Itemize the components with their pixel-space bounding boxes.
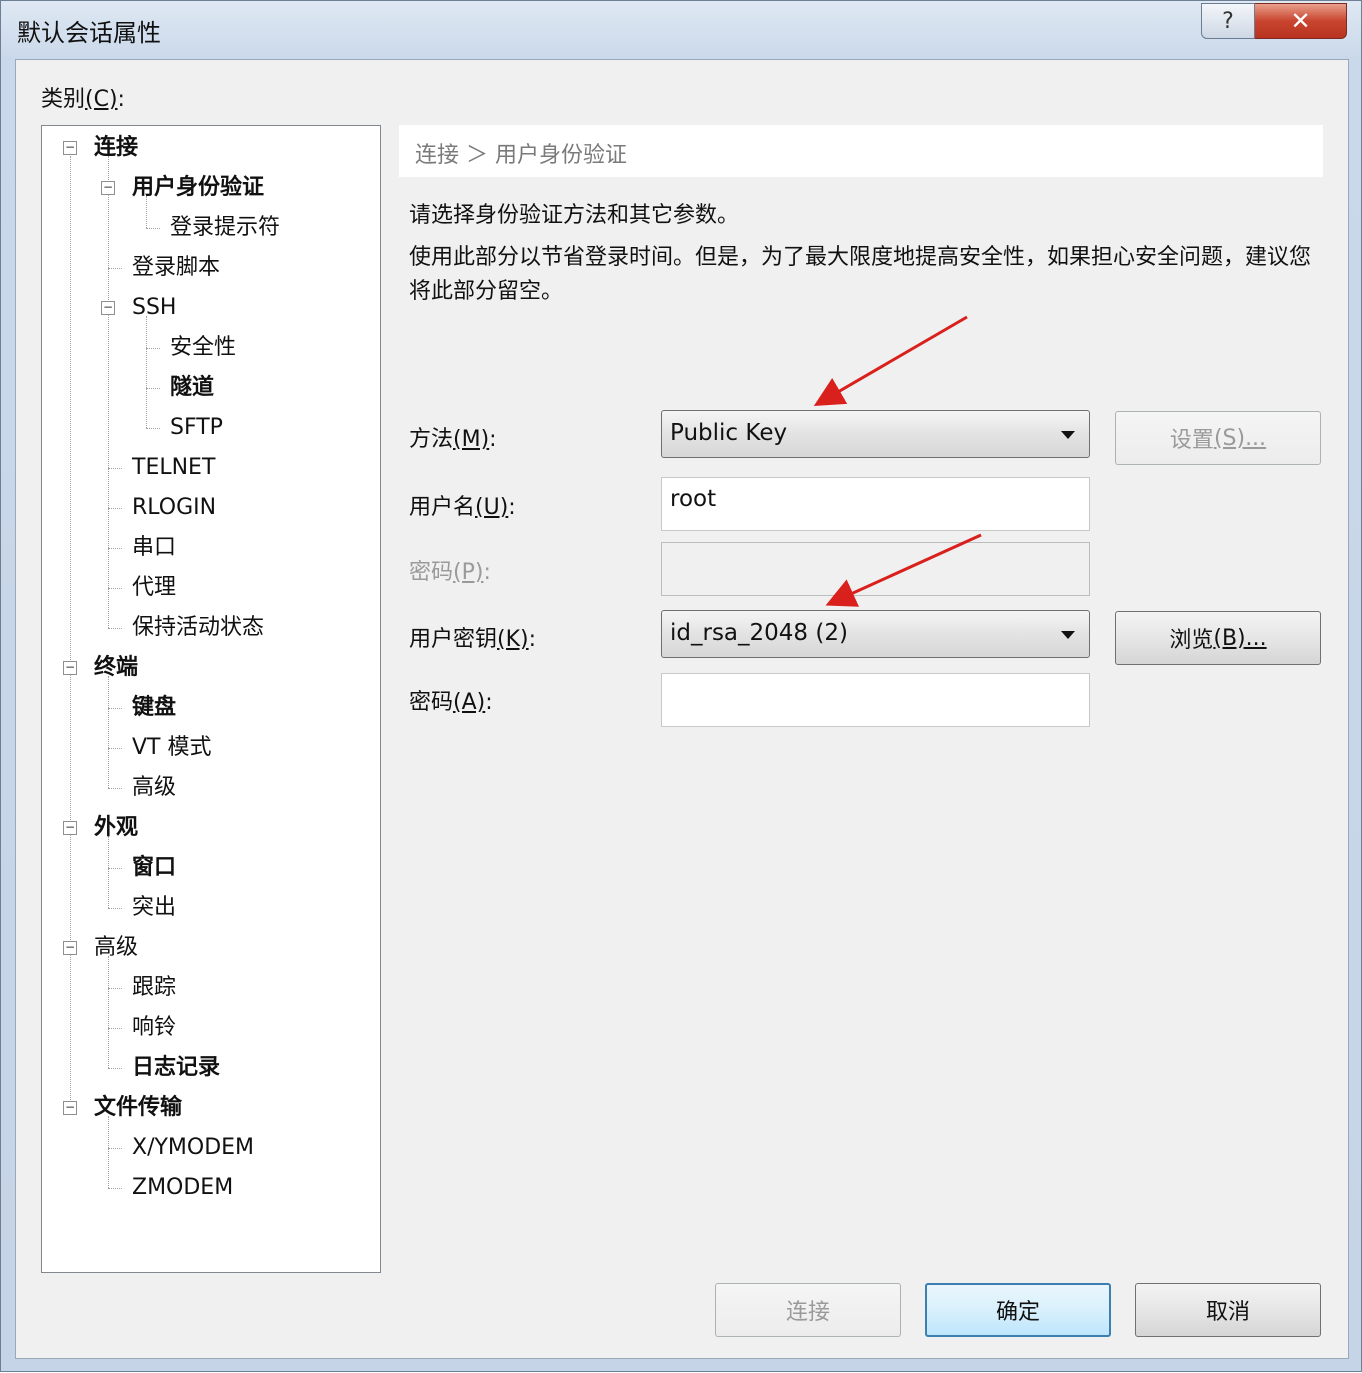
tree-item[interactable]: 串口 bbox=[132, 534, 176, 562]
breadcrumb: 连接 ＞ 用户身份验证 bbox=[399, 125, 1323, 177]
category-label: 类别(C): bbox=[41, 87, 125, 112]
tree-item[interactable]: TELNET bbox=[132, 454, 215, 482]
tree-item[interactable]: 日志记录 bbox=[132, 1054, 220, 1082]
username-input[interactable]: root bbox=[661, 477, 1090, 531]
tree-item[interactable]: 保持活动状态 bbox=[132, 614, 264, 642]
connect-button[interactable]: 连接 bbox=[715, 1283, 901, 1337]
tree-item[interactable]: 跟踪 bbox=[132, 974, 176, 1002]
tree-item[interactable]: RLOGIN bbox=[132, 494, 216, 522]
tree-item[interactable]: VT 模式 bbox=[132, 734, 211, 762]
dialog-window: 默认会话属性 ? ✕ 类别(C): − 连接 − 用户身份验证登录提示符登录脚本 − SS… bbox=[0, 0, 1362, 1372]
tree-expander-minus-icon[interactable]: − bbox=[63, 821, 77, 835]
tree-item[interactable]: 响铃 bbox=[132, 1014, 176, 1042]
tree-item[interactable]: 登录提示符 bbox=[170, 214, 280, 242]
description-line-1: 请选择身份验证方法和其它参数。 bbox=[409, 203, 740, 228]
tree-item[interactable]: 高级 bbox=[94, 934, 138, 962]
tree-expander-minus-icon[interactable]: − bbox=[63, 661, 77, 675]
username-label: 用户名(U): bbox=[409, 495, 516, 520]
window-title: 默认会话属性 bbox=[17, 19, 161, 47]
tree-item[interactable]: 文件传输 bbox=[94, 1094, 182, 1122]
help-icon: ? bbox=[1222, 8, 1234, 34]
tree-item[interactable]: 安全性 bbox=[170, 334, 236, 362]
tree-item[interactable]: 隧道 bbox=[170, 374, 214, 402]
tree-item[interactable]: SFTP bbox=[170, 414, 223, 442]
userkey-value: id_rsa_2048 (2) bbox=[670, 620, 848, 646]
cancel-button[interactable]: 取消 bbox=[1135, 1283, 1321, 1337]
tree-item[interactable]: 高级 bbox=[132, 774, 176, 802]
tree-item[interactable]: 外观 bbox=[94, 814, 138, 842]
tree-item[interactable]: 用户身份验证 bbox=[132, 174, 264, 202]
title-bar: 默认会话属性 ? ✕ bbox=[1, 1, 1361, 59]
userkey-label: 用户密钥(K): bbox=[409, 627, 537, 652]
breadcrumb-text: 连接 ＞ 用户身份验证 bbox=[415, 143, 627, 168]
method-dropdown[interactable]: Public Key bbox=[661, 410, 1090, 458]
category-tree[interactable]: − 连接 − 用户身份验证登录提示符登录脚本 − SSH 安全性隧道 SFTP TELNET RL… bbox=[41, 125, 381, 1273]
tree-item[interactable]: SSH bbox=[132, 294, 176, 322]
tree-item[interactable]: 代理 bbox=[132, 574, 176, 602]
tree-expander-minus-icon[interactable]: − bbox=[101, 301, 115, 315]
close-button[interactable]: ✕ bbox=[1255, 3, 1347, 39]
browse-button[interactable]: 浏览 (B)... bbox=[1115, 611, 1321, 665]
tree-expander-minus-icon[interactable]: − bbox=[101, 181, 115, 195]
tree-item[interactable]: 连接 bbox=[94, 134, 138, 162]
passphrase-input[interactable] bbox=[661, 673, 1090, 727]
ok-button[interactable]: 确定 bbox=[925, 1283, 1111, 1337]
tree-expander-minus-icon[interactable]: − bbox=[63, 141, 77, 155]
tree-item[interactable]: 键盘 bbox=[132, 694, 176, 722]
tree-item[interactable]: X/YMODEM bbox=[132, 1134, 254, 1162]
tree-expander-minus-icon[interactable]: − bbox=[63, 941, 77, 955]
tree-item[interactable]: ZMODEM bbox=[132, 1174, 233, 1202]
description-line-2: 使用此部分以节省登录时间。但是，为了最大限度地提高安全性，如果担心安全问题，建议… bbox=[409, 245, 1312, 304]
chevron-down-icon bbox=[1061, 431, 1075, 439]
password-input[interactable] bbox=[661, 542, 1090, 596]
tree-item[interactable]: 终端 bbox=[94, 654, 138, 682]
userkey-dropdown[interactable]: id_rsa_2048 (2) bbox=[661, 610, 1090, 658]
username-value: root bbox=[670, 486, 717, 512]
method-label: 方法(M): bbox=[409, 427, 497, 452]
help-button[interactable]: ? bbox=[1201, 3, 1255, 39]
chevron-down-icon bbox=[1061, 631, 1075, 639]
passphrase-label: 密码(A): bbox=[409, 690, 493, 715]
tree-item[interactable]: 突出 bbox=[132, 894, 176, 922]
method-value: Public Key bbox=[670, 420, 788, 446]
password-label: 密码(P): bbox=[409, 560, 491, 585]
tree-expander-minus-icon[interactable]: − bbox=[63, 1101, 77, 1115]
close-icon: ✕ bbox=[1290, 7, 1311, 35]
settings-button[interactable]: 设置 (S)... bbox=[1115, 411, 1321, 465]
tree-item[interactable]: 窗口 bbox=[132, 854, 176, 882]
tree-item[interactable]: 登录脚本 bbox=[132, 254, 220, 282]
